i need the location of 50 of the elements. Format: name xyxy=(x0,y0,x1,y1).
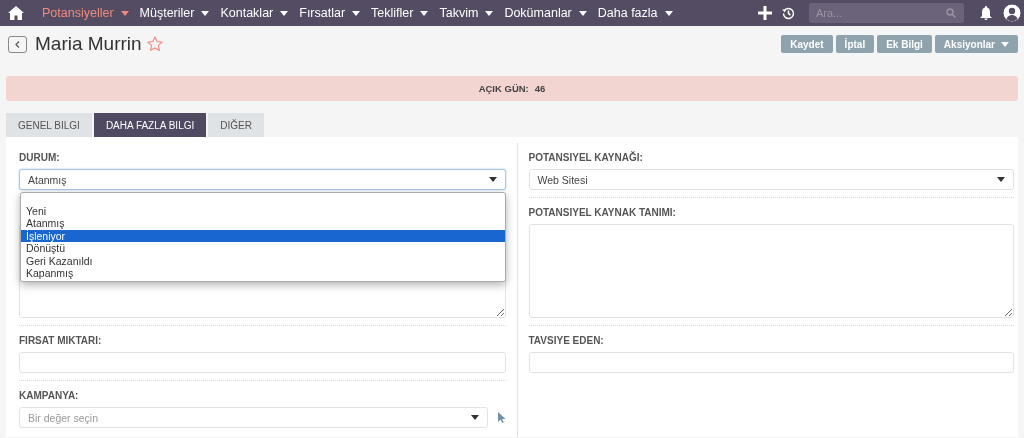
dropdown-option[interactable]: Yeni xyxy=(21,205,505,218)
history-icon[interactable] xyxy=(782,6,795,20)
chevron-left-icon xyxy=(15,40,20,48)
cursor-icon[interactable] xyxy=(497,412,506,423)
tab[interactable]: DAHA FAZLA BILGI xyxy=(93,113,207,137)
tab[interactable]: DIĞER xyxy=(208,113,264,137)
caret-icon xyxy=(352,10,361,16)
caret-icon xyxy=(420,10,429,16)
nav-menu-item[interactable]: Fırsatlar xyxy=(299,6,361,20)
banner-value: 46 xyxy=(534,83,546,94)
select-field[interactable]: Atanmış xyxy=(19,169,506,190)
caret-icon xyxy=(280,10,289,16)
avatar-icon[interactable] xyxy=(1002,3,1022,23)
caret-icon xyxy=(120,10,129,16)
field-label: KAMPANYA: xyxy=(19,389,80,403)
bell-icon[interactable] xyxy=(980,6,992,20)
nav-menu-item[interactable]: Teklifler xyxy=(371,6,429,20)
field-label: POTANSIYEL KAYNAK TANIMI: xyxy=(528,206,677,220)
banner-label: AÇIK GÜN: xyxy=(478,83,529,94)
star-icon[interactable] xyxy=(146,36,163,52)
dropdown-option[interactable]: Dönüştü xyxy=(21,242,505,255)
nav-menu-item[interactable]: Kontaklar xyxy=(220,6,289,20)
caret-icon xyxy=(470,415,479,420)
dropdown-option[interactable]: İşleniyor xyxy=(21,229,505,243)
caret-icon xyxy=(1001,41,1009,47)
record-title: Maria Murrin xyxy=(35,33,142,55)
caret-icon xyxy=(485,10,494,16)
caret-icon xyxy=(578,10,587,16)
plus-icon[interactable] xyxy=(758,6,772,20)
nav-menu-item[interactable]: Takvim xyxy=(439,6,494,20)
field-label: DURUM: xyxy=(19,151,61,165)
field-label: TAVSIYE EDEN: xyxy=(528,334,605,348)
dropdown-option[interactable]: Kapanmış xyxy=(21,267,505,280)
nav-menu-item[interactable]: Dokümanlar xyxy=(504,6,587,20)
nav-menu-item[interactable]: Daha fazla xyxy=(597,6,673,20)
field-label: POTANSIYEL KAYNAĞI: xyxy=(528,151,644,165)
caret-icon xyxy=(488,177,497,182)
caret-icon xyxy=(664,10,673,16)
dropdown-option[interactable]: Geri Kazanıldı xyxy=(21,254,505,268)
tab[interactable]: GENEL BILGI xyxy=(6,113,92,137)
home-icon[interactable] xyxy=(8,6,24,20)
nav-menu-item[interactable]: Müşteriler xyxy=(139,6,210,20)
back-button[interactable] xyxy=(8,35,27,53)
input-field[interactable] xyxy=(528,352,1014,373)
dropdown-option[interactable]: Atanmış xyxy=(21,217,505,230)
input-field[interactable] xyxy=(19,352,506,373)
caret-icon xyxy=(201,10,210,16)
caret-icon xyxy=(997,177,1005,182)
field-label: FIRSAT MIKTARI: xyxy=(19,334,103,348)
select-field[interactable]: Web Sitesi xyxy=(528,169,1014,190)
